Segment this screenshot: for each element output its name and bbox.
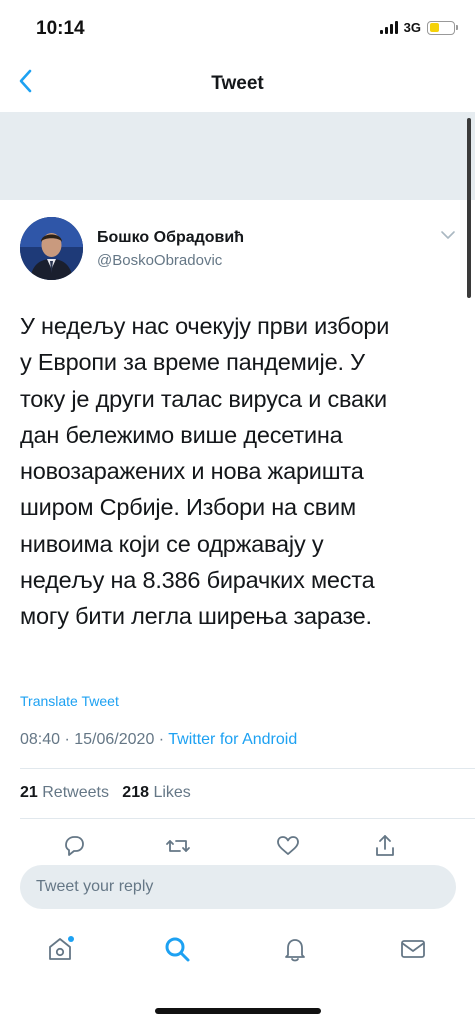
status-bar: 10:14 3G xyxy=(0,0,475,56)
battery-icon xyxy=(427,20,458,35)
retweets-label: Retweets xyxy=(42,784,109,801)
status-time: 10:14 xyxy=(36,18,85,39)
tweet-meta: 08:40 · 15/06/2020 · Twitter for Android xyxy=(20,731,297,749)
likes-stat[interactable]: 218 Likes xyxy=(122,784,191,801)
reply-button[interactable] xyxy=(60,832,88,860)
tweet-line: нивоима који се одржавају у xyxy=(20,530,324,557)
tweet-datetime: 08:40 · 15/06/2020 · xyxy=(20,731,169,748)
tweet-stats: 21 Retweets 218 Likes xyxy=(20,784,191,802)
tab-home[interactable] xyxy=(44,933,76,965)
tweet-actions xyxy=(0,832,475,862)
tab-messages[interactable] xyxy=(397,933,429,965)
reply-input[interactable] xyxy=(20,865,456,909)
tweet-line: току је други талас вируса и сваки xyxy=(20,385,387,412)
tweet-text: У недељу нас очекују први избори у Европ… xyxy=(20,308,460,635)
like-button[interactable] xyxy=(274,832,302,860)
navigation-bar: Tweet xyxy=(0,56,475,110)
status-indicators: 3G xyxy=(379,20,458,35)
scrollbar[interactable] xyxy=(467,118,471,298)
tweet-line: у Европи за време пандемије. У xyxy=(20,349,365,376)
tweet-source-link[interactable]: Twitter for Android xyxy=(168,731,297,748)
page-title: Tweet xyxy=(211,73,264,94)
battery-level xyxy=(429,23,439,32)
chevron-down-icon xyxy=(441,231,455,239)
tweet-menu-button[interactable] xyxy=(440,228,456,240)
divider xyxy=(20,768,475,769)
tweet-line: широм Србије. Избори на свим xyxy=(20,494,356,521)
reply-icon xyxy=(65,836,84,856)
share-button[interactable] xyxy=(371,832,399,860)
tab-notifications[interactable] xyxy=(279,933,311,965)
author-name[interactable]: Бошко Обрадовић xyxy=(97,229,244,247)
tweet-line: могу бити легла ширења заразе. xyxy=(20,603,372,630)
header-band xyxy=(0,112,475,200)
notifications-icon xyxy=(285,939,305,962)
share-icon xyxy=(376,835,394,856)
tweet-line: дан бележимо више десетина xyxy=(20,421,343,448)
signal-icon xyxy=(379,21,398,34)
author-handle[interactable]: @BoskoObradovic xyxy=(97,252,222,269)
tab-search[interactable] xyxy=(161,933,193,965)
retweet-button[interactable] xyxy=(164,832,192,860)
messages-icon xyxy=(401,940,425,958)
like-icon xyxy=(277,836,299,855)
home-indicator[interactable] xyxy=(155,1008,321,1014)
tweet-line: У недељу нас очекују први избори xyxy=(20,313,390,339)
profile-photo xyxy=(20,217,83,280)
network-type: 3G xyxy=(403,20,421,35)
home-icon xyxy=(49,936,74,960)
search-icon xyxy=(165,937,190,962)
translate-tweet-link[interactable]: Translate Tweet xyxy=(20,693,119,709)
divider xyxy=(20,818,475,819)
likes-count: 218 xyxy=(122,784,149,801)
reply-box[interactable] xyxy=(20,865,456,909)
tab-bar xyxy=(0,925,475,975)
retweet-icon xyxy=(166,840,190,852)
likes-label: Likes xyxy=(153,784,191,801)
avatar[interactable] xyxy=(20,217,83,280)
retweets-stat[interactable]: 21 Retweets xyxy=(20,784,109,801)
tweet-line: новозаражених и нова жаришта xyxy=(20,458,364,485)
tweet-line: недељу на 8.386 бирачких места xyxy=(20,567,375,594)
retweets-count: 21 xyxy=(20,784,38,801)
